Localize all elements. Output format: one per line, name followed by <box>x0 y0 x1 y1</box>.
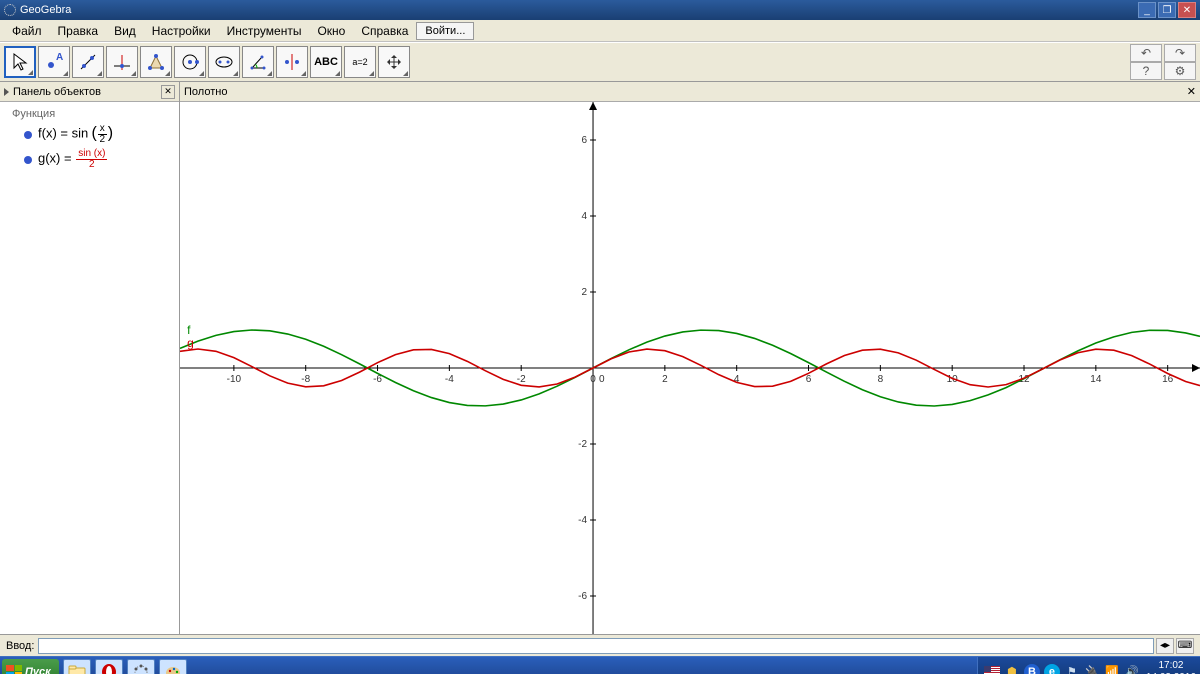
svg-text:6: 6 <box>806 374 812 385</box>
svg-text:0: 0 <box>599 374 605 385</box>
tray-network-icon[interactable]: 📶 <box>1104 664 1120 674</box>
graphics-close-button[interactable]: ✕ <box>1187 85 1196 98</box>
tool-perpendicular[interactable] <box>106 46 138 78</box>
svg-text:2: 2 <box>662 374 668 385</box>
windows-taskbar: Пуск ⬢ B e ⚑ 🔌 📶 🔊 17:02 14.03.2016 <box>0 656 1200 674</box>
svg-text:f: f <box>187 323 191 337</box>
tray-clock[interactable]: 17:02 14.03.2016 <box>1146 660 1196 674</box>
collapse-icon <box>4 88 9 96</box>
command-input[interactable] <box>38 638 1154 654</box>
system-tray: ⬢ B e ⚑ 🔌 📶 🔊 17:02 14.03.2016 <box>977 657 1200 674</box>
svg-text:0: 0 <box>590 374 596 385</box>
settings-button[interactable]: ⚙ <box>1164 62 1196 80</box>
tool-move[interactable] <box>4 46 36 78</box>
graphics-header[interactable]: Полотно ✕ <box>180 82 1200 102</box>
login-button[interactable]: Войти... <box>416 22 474 40</box>
menu-tools[interactable]: Инструменты <box>219 22 310 40</box>
algebra-panel-header[interactable]: Панель объектов ✕ <box>0 82 179 102</box>
windows-flag-icon <box>6 665 22 674</box>
algebra-category: Функция <box>4 106 175 122</box>
graphics-view: Полотно ✕ -10-8-6-4-20246810121416-6-4-2… <box>180 82 1200 634</box>
clock-time: 17:02 <box>1146 660 1196 672</box>
undo-button[interactable]: ↶ <box>1130 44 1162 62</box>
menu-settings[interactable]: Настройки <box>144 22 219 40</box>
tool-angle[interactable] <box>242 46 274 78</box>
tool-move-view[interactable] <box>378 46 410 78</box>
menubar: Файл Правка Вид Настройки Инструменты Ок… <box>0 20 1200 42</box>
svg-text:g: g <box>187 336 194 350</box>
menu-edit[interactable]: Правка <box>50 22 107 40</box>
tray-ie-icon[interactable]: e <box>1044 664 1060 674</box>
svg-text:-2: -2 <box>578 439 587 450</box>
minimize-button[interactable]: _ <box>1138 2 1156 18</box>
g-lhs: g(x) = <box>38 150 75 165</box>
svg-text:-8: -8 <box>301 374 310 385</box>
tool-circle[interactable] <box>174 46 206 78</box>
tool-point[interactable]: A <box>38 46 70 78</box>
input-label: Ввод: <box>6 640 34 652</box>
taskbar-opera[interactable] <box>95 659 123 674</box>
algebra-panel: Панель объектов ✕ Функция f(x) = sin (x2… <box>0 82 180 634</box>
menu-help[interactable]: Справка <box>353 22 416 40</box>
tray-volume-icon[interactable]: 🔊 <box>1124 664 1140 674</box>
svg-text:-10: -10 <box>227 374 242 385</box>
svg-text:4: 4 <box>581 211 587 222</box>
tool-text[interactable]: ABC <box>310 46 342 78</box>
maximize-button[interactable]: ❐ <box>1158 2 1176 18</box>
tray-lang-icon[interactable] <box>984 664 1000 674</box>
input-keyboard-button[interactable]: ⌨ <box>1176 638 1194 654</box>
tool-slider[interactable]: a=2 <box>344 46 376 78</box>
svg-text:2: 2 <box>581 287 587 298</box>
tray-flag-icon[interactable]: ⚑ <box>1064 664 1080 674</box>
start-button[interactable]: Пуск <box>2 659 59 674</box>
menu-view[interactable]: Вид <box>106 22 144 40</box>
svg-text:-2: -2 <box>517 374 526 385</box>
function-g-row[interactable]: g(x) = sin (x)2 <box>4 147 175 172</box>
tool-reflect[interactable] <box>276 46 308 78</box>
window-title: GeoGebra <box>20 4 71 16</box>
svg-text:6: 6 <box>581 135 587 146</box>
function-f-row[interactable]: f(x) = sin (x2) <box>4 122 175 147</box>
menu-file[interactable]: Файл <box>4 22 50 40</box>
input-bar: Ввод: ◂▸ ⌨ <box>0 634 1200 656</box>
f-lhs: f(x) = sin <box>38 125 88 140</box>
tray-power-icon[interactable]: 🔌 <box>1084 664 1100 674</box>
window-titlebar: GeoGebra _ ❐ ✕ <box>0 0 1200 20</box>
taskbar-explorer[interactable] <box>63 659 91 674</box>
input-dropdown-button[interactable]: ◂▸ <box>1156 638 1174 654</box>
toolbar: A ABC a=2 ↶ ↷ ? ⚙ <box>0 42 1200 82</box>
start-label: Пуск <box>25 666 51 674</box>
plot-canvas[interactable]: -10-8-6-4-20246810121416-6-4-22460fg <box>180 102 1200 634</box>
tray-shield-icon[interactable]: ⬢ <box>1004 664 1020 674</box>
slider-tool-label: a=2 <box>352 57 367 67</box>
tray-bluetooth-icon[interactable]: B <box>1024 664 1040 674</box>
algebra-close-button[interactable]: ✕ <box>161 85 175 99</box>
svg-text:8: 8 <box>878 374 884 385</box>
svg-text:-6: -6 <box>578 591 587 602</box>
app-icon <box>4 4 16 16</box>
tool-line[interactable] <box>72 46 104 78</box>
function-f-visibility-toggle[interactable] <box>24 131 32 139</box>
graphics-title: Полотно <box>184 86 227 98</box>
redo-button[interactable]: ↷ <box>1164 44 1196 62</box>
close-button[interactable]: ✕ <box>1178 2 1196 18</box>
tool-polygon[interactable] <box>140 46 172 78</box>
help-button[interactable]: ? <box>1130 62 1162 80</box>
svg-text:A: A <box>56 52 63 63</box>
function-g-visibility-toggle[interactable] <box>24 156 32 164</box>
taskbar-geogebra[interactable] <box>127 659 155 674</box>
algebra-panel-title: Панель объектов <box>13 86 101 98</box>
menu-window[interactable]: Окно <box>309 22 353 40</box>
svg-text:14: 14 <box>1090 374 1102 385</box>
tool-ellipse[interactable] <box>208 46 240 78</box>
svg-text:-4: -4 <box>445 374 454 385</box>
text-tool-label: ABC <box>314 56 338 68</box>
taskbar-paint[interactable] <box>159 659 187 674</box>
svg-text:-4: -4 <box>578 515 587 526</box>
